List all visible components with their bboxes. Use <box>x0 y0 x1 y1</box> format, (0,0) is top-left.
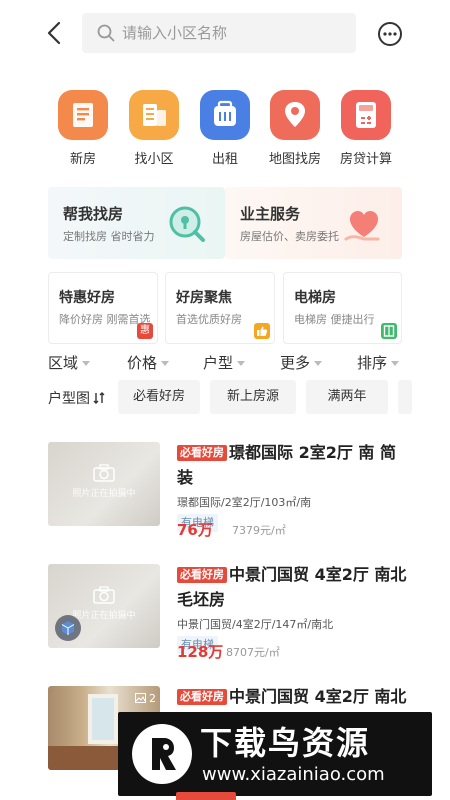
map-pin-icon <box>270 90 320 140</box>
header <box>0 0 450 70</box>
listing-title: 必看好房 中景门国贸 4室2厅 南北 毛坯房 <box>177 562 407 612</box>
hot-badge: 必看好房 <box>177 689 227 705</box>
photo-count: 2 <box>134 692 156 705</box>
card-subtitle: 首选优质好房 <box>176 313 242 326</box>
category-label: 出租 <box>211 152 238 167</box>
listing-price: 128万 <box>177 643 224 661</box>
hot-badge: 必看好房 <box>177 445 227 461</box>
watermark-banner: 下载鸟资源 www.xiazainiao.com <box>118 712 432 796</box>
photo-placeholder-text: 照片正在拍摄中 <box>72 489 136 499</box>
listing-card[interactable]: 照片正在拍摄中 必看好房 中景门国贸 4室2厅 南北 毛坯房 中景门国贸/4室2厅… <box>0 552 450 668</box>
filter-more[interactable]: 更多 <box>280 352 323 373</box>
filter-label: 价格 <box>127 354 158 372</box>
deal-card-elevator[interactable]: 电梯房 电梯房 便捷出行 <box>283 272 402 344</box>
photo-count-text: 2 <box>149 692 156 705</box>
sort-arrows-icon <box>93 392 105 404</box>
card-title: 好房聚焦 <box>176 290 232 306</box>
thumbs-up-icon <box>254 323 270 339</box>
vr-cube-icon <box>55 615 81 641</box>
filter-region[interactable]: 区域 <box>48 352 91 373</box>
floorplan-toggle[interactable]: 户型图 <box>48 388 106 408</box>
card-subtitle: 定制找房 省时省力 <box>63 230 155 243</box>
listing-card[interactable]: 照片正在拍摄中 必看好房 璟都国际 2室2厅 南 简装 璟都国际/2室2厅/103… <box>0 430 450 546</box>
owner-service-card[interactable]: 业主服务 房屋估价、卖房委托 <box>225 187 402 259</box>
search-icon <box>97 24 115 42</box>
image-icon <box>134 693 146 703</box>
filter-sort[interactable]: 排序 <box>357 352 400 373</box>
category-rent[interactable]: 出租 <box>190 90 260 170</box>
card-title: 电梯房 <box>294 290 336 306</box>
back-arrow-icon[interactable] <box>40 18 70 48</box>
message-icon[interactable] <box>376 20 404 48</box>
caret-down-icon <box>82 361 91 366</box>
hot-badge: 必看好房 <box>177 567 227 583</box>
category-label: 找小区 <box>134 152 174 167</box>
caret-down-icon <box>391 361 400 366</box>
listing-photo: 照片正在拍摄中 <box>48 564 160 648</box>
card-subtitle: 电梯房 便捷出行 <box>294 313 375 326</box>
heart-hand-icon <box>344 211 380 241</box>
category-map-search[interactable]: 地图找房 <box>260 90 330 170</box>
category-mortgage-calc[interactable]: 房贷计算 <box>331 90 401 170</box>
camera-icon <box>93 586 115 604</box>
search-input[interactable] <box>122 13 347 53</box>
card-subtitle: 房屋估价、卖房委托 <box>240 230 339 243</box>
rent-icon <box>200 90 250 140</box>
listing-title: 必看好房 璟都国际 2室2厅 南 简装 <box>177 440 407 490</box>
elevator-icon <box>381 323 397 339</box>
bird-logo <box>132 724 192 784</box>
tag-must-see[interactable]: 必看好房 <box>118 380 200 414</box>
listing-unit-price: 8707元/㎡ <box>226 646 280 659</box>
tag-new-listing[interactable]: 新上房源 <box>210 380 296 414</box>
tag-two-years[interactable]: 满两年 <box>306 380 388 414</box>
tag-row: 户型图 必看好房 新上房源 满两年 <box>0 380 450 414</box>
caret-down-icon <box>161 361 170 366</box>
listing-meta: 璟都国际/2室2厅/103㎡/南 <box>177 496 312 509</box>
card-title: 帮我找房 <box>63 205 124 223</box>
listing-unit-price: 7379元/㎡ <box>232 524 286 537</box>
help-find-house-card[interactable]: 帮我找房 定制找房 省时省力 <box>48 187 225 259</box>
category-bar: 新房 找小区 出租 地图找房 房贷计算 <box>0 90 450 170</box>
magnifier-house-icon <box>169 206 205 242</box>
filter-label: 排序 <box>357 354 388 372</box>
community-icon <box>129 90 179 140</box>
tag-more[interactable] <box>398 380 412 414</box>
category-label: 房贷计算 <box>339 152 392 167</box>
new-house-icon <box>58 90 108 140</box>
listing-photo: 照片正在拍摄中 <box>48 442 160 526</box>
filter-label: 区域 <box>48 354 79 372</box>
deal-card-discount[interactable]: 特惠好房 降价好房 刚需首选 惠 <box>48 272 158 344</box>
deal-card-focus[interactable]: 好房聚焦 首选优质好房 <box>165 272 275 344</box>
search-bar[interactable] <box>82 13 356 53</box>
discount-badge-icon: 惠 <box>137 323 153 339</box>
next-listing-badge-peek <box>176 792 236 800</box>
card-title: 业主服务 <box>240 205 301 223</box>
category-new-house[interactable]: 新房 <box>48 90 118 170</box>
filter-bar: 区域 价格 户型 更多 排序 <box>0 348 450 378</box>
caret-down-icon <box>237 361 246 366</box>
category-community[interactable]: 找小区 <box>119 90 189 170</box>
category-label: 新房 <box>69 152 96 167</box>
filter-price[interactable]: 价格 <box>127 352 170 373</box>
listing-meta: 中景门国贸/4室2厅/147㎡/南北 <box>177 618 334 631</box>
watermark-brand: 下载鸟资源 <box>200 724 371 762</box>
calculator-icon <box>341 90 391 140</box>
watermark-url: www.xiazainiao.com <box>202 764 385 785</box>
tag-row-label: 户型图 <box>48 391 90 407</box>
caret-down-icon <box>314 361 323 366</box>
card-title: 特惠好房 <box>59 290 115 306</box>
filter-layout[interactable]: 户型 <box>203 352 246 373</box>
listing-price: 76万 <box>177 521 213 539</box>
category-label: 地图找房 <box>268 152 321 167</box>
filter-label: 更多 <box>280 354 311 372</box>
camera-icon <box>93 464 115 482</box>
filter-label: 户型 <box>203 354 234 372</box>
